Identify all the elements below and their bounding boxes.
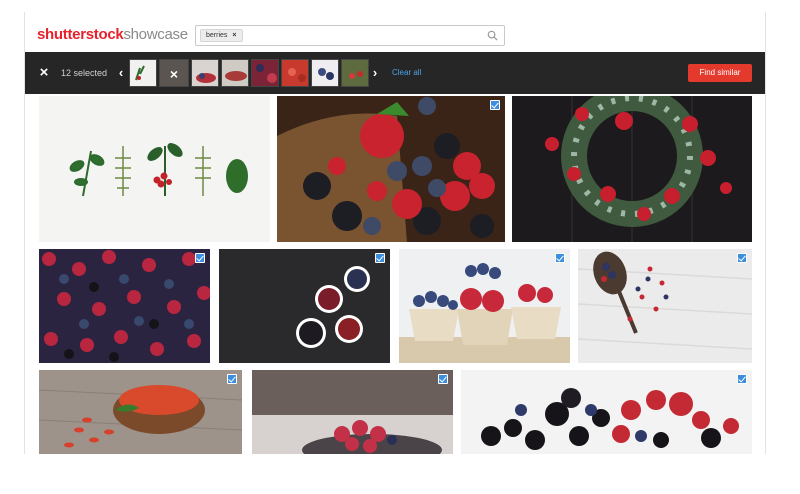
checkbox-checked-icon[interactable] xyxy=(737,374,747,384)
showcase-window: shutterstockshowcase berries × × 12 selec… xyxy=(24,12,766,454)
image-bowls-dark xyxy=(219,249,390,363)
image-black-berries xyxy=(461,370,752,454)
image-wreath xyxy=(512,96,752,242)
image-raspberry-bowl xyxy=(252,370,453,454)
search-input[interactable]: berries × xyxy=(195,25,505,46)
selected-thumbnail-active[interactable]: × xyxy=(159,59,189,87)
checkbox-checked-icon[interactable] xyxy=(195,253,205,263)
checkbox-checked-icon[interactable] xyxy=(555,253,565,263)
checkbox-checked-icon[interactable] xyxy=(375,253,385,263)
selected-thumbnail[interactable] xyxy=(221,59,249,87)
selected-thumbnail[interactable] xyxy=(251,59,279,87)
search-chip-label: berries xyxy=(206,32,228,39)
selected-thumbnail[interactable] xyxy=(281,59,309,87)
image-tile-goji[interactable] xyxy=(39,370,242,454)
top-header: shutterstockshowcase berries × xyxy=(25,12,765,52)
chip-remove-icon[interactable]: × xyxy=(232,32,236,39)
checkbox-checked-icon[interactable] xyxy=(490,100,500,110)
image-tile-raspberry-bowl[interactable] xyxy=(252,370,453,454)
selection-bar: × 12 selected ‹ × › Clear all Find simil… xyxy=(25,52,765,94)
checkbox-checked-icon[interactable] xyxy=(438,374,448,384)
image-goji-bowl xyxy=(39,370,242,454)
image-greenery xyxy=(39,96,270,242)
chevron-left-icon[interactable]: ‹ xyxy=(115,65,127,81)
selected-thumbnails: × xyxy=(129,59,369,87)
find-similar-button[interactable]: Find similar xyxy=(688,64,752,82)
selected-thumbnail[interactable] xyxy=(311,59,339,87)
search-chip[interactable]: berries × xyxy=(200,29,243,42)
image-tile-mixed-berries[interactable] xyxy=(39,249,210,363)
close-icon[interactable]: × xyxy=(35,64,53,82)
image-tile-bowls-dark[interactable] xyxy=(219,249,390,363)
checkbox-checked-icon[interactable] xyxy=(227,374,237,384)
image-tile-black-berries[interactable] xyxy=(461,370,752,454)
clear-all-link[interactable]: Clear all xyxy=(392,68,421,77)
image-tile-cups[interactable] xyxy=(399,249,570,363)
image-tile-wreath[interactable] xyxy=(512,96,752,242)
image-tile-spoon[interactable] xyxy=(578,249,752,363)
logo[interactable]: shutterstockshowcase xyxy=(37,26,188,43)
image-tile-basket[interactable] xyxy=(277,96,505,242)
remove-thumbnail-icon[interactable]: × xyxy=(160,60,188,86)
search-icon[interactable] xyxy=(487,30,498,41)
image-grid xyxy=(25,94,765,454)
chevron-right-icon[interactable]: › xyxy=(369,65,381,81)
logo-brand: shutterstock xyxy=(37,26,124,43)
image-tile-greenery[interactable] xyxy=(39,96,270,242)
image-mixed-berries xyxy=(39,249,210,363)
selected-count: 12 selected xyxy=(61,68,108,78)
selected-thumbnail[interactable] xyxy=(129,59,157,87)
selected-thumbnail[interactable] xyxy=(341,59,369,87)
selected-thumbnail[interactable] xyxy=(191,59,219,87)
image-berry-cups xyxy=(399,249,570,363)
checkbox-checked-icon[interactable] xyxy=(737,253,747,263)
image-spoon-berries xyxy=(578,249,752,363)
logo-suffix: showcase xyxy=(123,26,188,43)
image-basket-berries xyxy=(277,96,505,242)
